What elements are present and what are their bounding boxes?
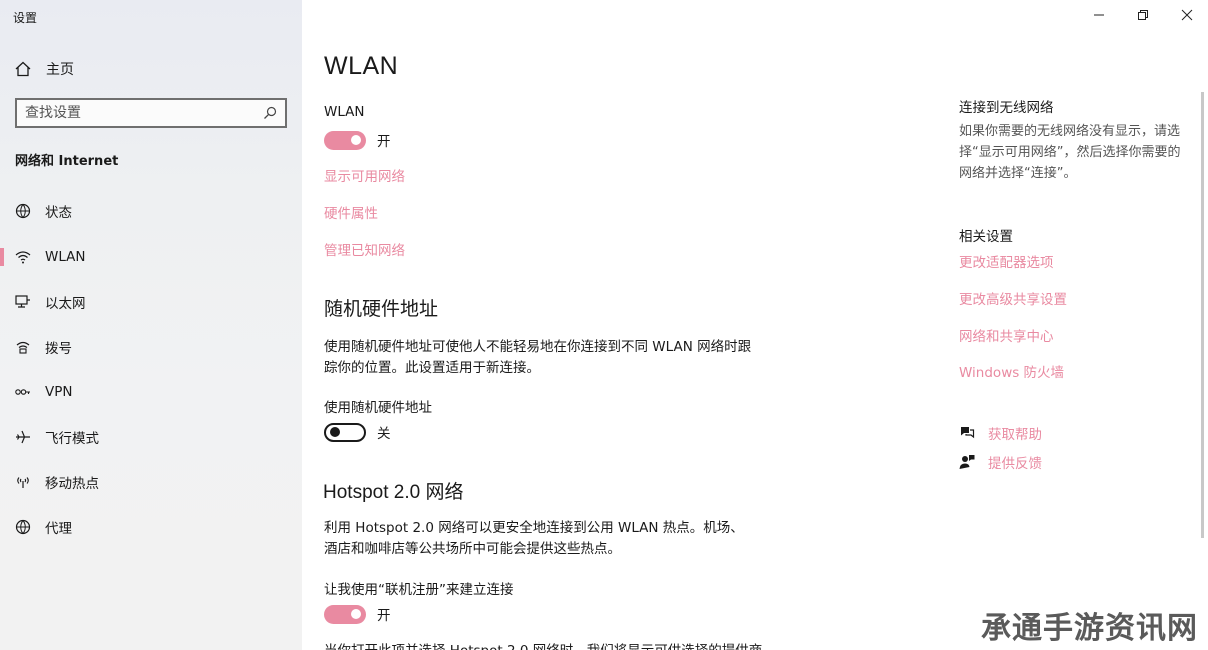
connect-wireless-description: 如果你需要的无线网络没有显示，请选择“显示可用网络”，然后选择你需要的网络并选择… [959, 124, 1181, 181]
sidebar-item-hotspot[interactable]: 移动热点 [0, 465, 302, 499]
sidebar-item-ethernet[interactable]: 以太网 [0, 285, 302, 319]
restore-icon [1138, 10, 1148, 20]
minimize-button[interactable] [1077, 4, 1121, 26]
network-sharing-center-link[interactable]: 网络和共享中心 [959, 325, 1054, 345]
airplane-icon [14, 428, 32, 446]
minimize-icon [1094, 14, 1104, 16]
random-hw-heading: 随机硬件地址 [324, 299, 439, 320]
restore-button[interactable] [1121, 4, 1165, 26]
globe-status-icon [14, 202, 32, 220]
get-help-link[interactable]: 获取帮助 [958, 423, 1042, 443]
sidebar-item-label: WLAN [45, 249, 86, 265]
scrollbar[interactable] [1201, 92, 1204, 538]
random-hw-toggle-row[interactable]: 关 [324, 422, 391, 442]
sidebar-item-dialup[interactable]: 拨号 [0, 330, 302, 364]
main-content: WLAN WLAN 开 显示可用网络 硬件属性 管理已知网络 随机硬件地址 使用… [302, 0, 1208, 650]
show-networks-link[interactable]: 显示可用网络 [324, 165, 405, 185]
sidebar-item-status[interactable]: 状态 [0, 194, 302, 228]
sidebar-item-wlan[interactable]: WLAN [0, 240, 302, 274]
give-feedback-link[interactable]: 提供反馈 [958, 452, 1042, 472]
wlan-toggle-row[interactable]: 开 [324, 130, 391, 150]
get-help-label: 获取帮助 [988, 427, 1042, 443]
windows-firewall-link[interactable]: Windows 防火墙 [959, 361, 1064, 381]
sidebar-item-label: 代理 [45, 521, 72, 537]
hardware-properties-link[interactable]: 硬件属性 [324, 202, 378, 222]
wifi-icon [14, 248, 32, 266]
sidebar-item-label: 拨号 [45, 341, 72, 357]
globe-icon [14, 518, 32, 536]
random-hw-toggle-state: 关 [377, 426, 391, 442]
sidebar-item-airplane[interactable]: 飞行模式 [0, 420, 302, 454]
random-hw-description: 使用随机硬件地址可使他人不能轻易地在你连接到不同 WLAN 网络时跟踪你的位置。… [324, 339, 752, 376]
sidebar: 设置 主页 网络和 Internet 状态 WLAN 以太网 拨号 VPN 飞行… [0, 0, 302, 650]
search-icon[interactable] [263, 106, 277, 120]
close-icon [1181, 9, 1193, 21]
home-icon [15, 61, 31, 77]
close-button[interactable] [1165, 4, 1208, 26]
sidebar-home[interactable]: 主页 [14, 58, 74, 80]
sidebar-item-label: 状态 [45, 205, 72, 221]
change-adapter-options-link[interactable]: 更改适配器选项 [959, 251, 1054, 271]
related-settings-heading: 相关设置 [959, 229, 1013, 245]
search-box[interactable] [15, 98, 287, 128]
ethernet-icon [14, 293, 32, 311]
sidebar-item-proxy[interactable]: 代理 [0, 510, 302, 544]
sidebar-section-heading: 网络和 Internet [15, 154, 119, 169]
connect-wireless-heading: 连接到无线网络 [959, 100, 1054, 116]
search-input[interactable] [25, 105, 263, 121]
hotspot-toggle[interactable] [324, 604, 366, 624]
feedback-icon [959, 455, 975, 469]
sidebar-item-vpn[interactable]: VPN [0, 375, 302, 409]
sidebar-item-label: VPN [45, 384, 73, 400]
wlan-toggle-state: 开 [377, 134, 391, 150]
give-feedback-label: 提供反馈 [988, 456, 1042, 472]
hotspot-toggle-row[interactable]: 开 [324, 604, 391, 624]
window-title: 设置 [13, 11, 38, 25]
watermark: 承通手游资讯网 [981, 611, 1198, 646]
vpn-icon [14, 383, 32, 401]
dialup-icon [14, 338, 32, 356]
advanced-sharing-link[interactable]: 更改高级共享设置 [959, 288, 1067, 308]
random-hw-toggle-label: 使用随机硬件地址 [324, 400, 432, 416]
hotspot-toggle-state: 开 [377, 608, 391, 624]
sidebar-item-label: 飞行模式 [45, 431, 99, 447]
random-hw-toggle[interactable] [324, 422, 366, 442]
hotspot-cut-text: 当你打开此项并选择 Hotspot 2.0 网络时，我们将显示可供选择的提供商 [324, 639, 762, 650]
hotspot-description: 利用 Hotspot 2.0 网络可以更安全地连接到公用 WLAN 热点。机场、… [324, 520, 744, 557]
wlan-label: WLAN [324, 104, 365, 120]
help-chat-icon [961, 427, 975, 439]
hotspot-icon [14, 473, 32, 491]
hotspot-toggle-label: 让我使用“联机注册”来建立连接 [324, 582, 514, 598]
sidebar-home-label: 主页 [46, 62, 74, 78]
page-title: WLAN [324, 52, 399, 80]
wlan-toggle[interactable] [324, 130, 366, 150]
manage-known-networks-link[interactable]: 管理已知网络 [324, 239, 405, 259]
hotspot-heading: Hotspot 2.0 网络 [323, 482, 464, 503]
sidebar-item-label: 以太网 [45, 296, 86, 312]
sidebar-item-label: 移动热点 [45, 476, 99, 492]
